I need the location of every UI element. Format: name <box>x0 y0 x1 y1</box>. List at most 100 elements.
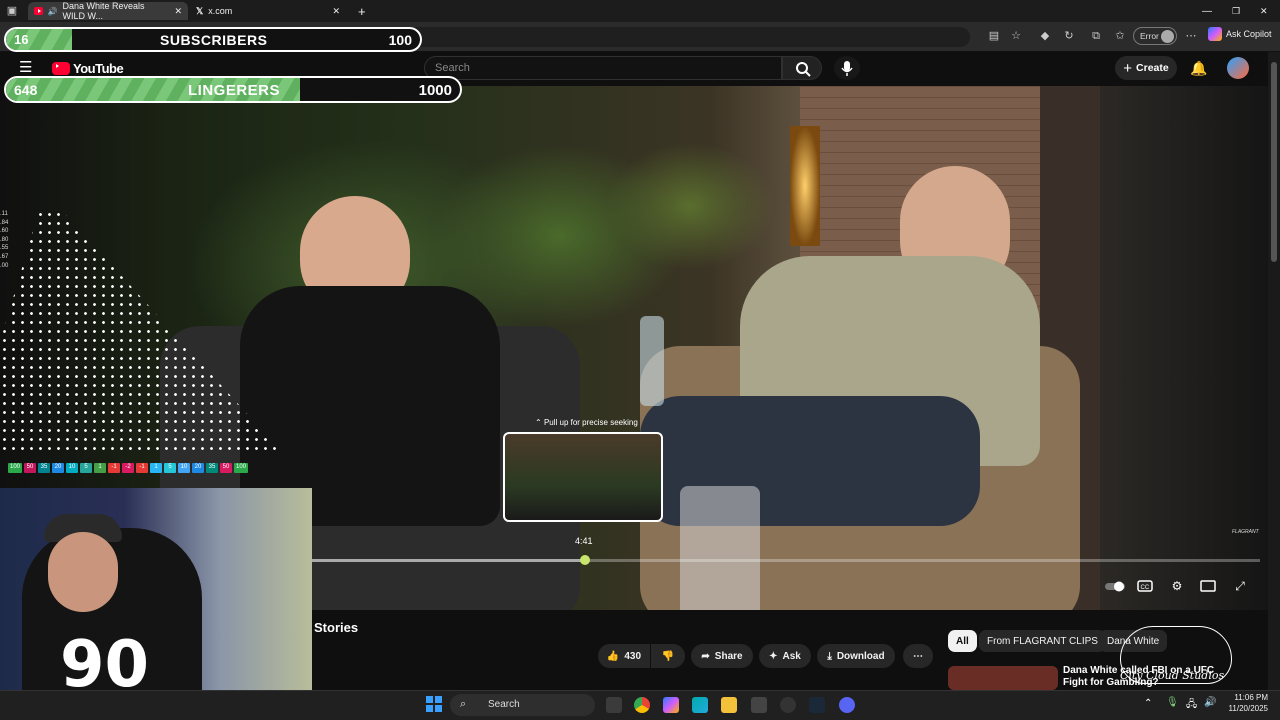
create-label: Create <box>1136 62 1169 74</box>
fullscreen-button[interactable]: ⤢ <box>1232 578 1248 594</box>
maximize-button[interactable]: ❐ <box>1226 2 1246 20</box>
task-view-icon[interactable] <box>606 697 622 713</box>
x-favicon-icon: 𝕏 <box>196 5 204 16</box>
sparkle-icon: ✦ <box>769 650 778 662</box>
microphone-tray-icon[interactable]: 🎙 <box>1166 697 1179 708</box>
close-tab-icon[interactable]: ✕ <box>174 6 182 17</box>
streamer-head <box>48 532 118 612</box>
steam-icon[interactable] <box>809 697 825 713</box>
account-avatar[interactable] <box>1227 57 1249 79</box>
split-screen-icon[interactable]: ▤ <box>988 30 1000 42</box>
profile-error-pill[interactable]: Error <box>1133 27 1177 45</box>
ask-button[interactable]: ✦ Ask <box>759 644 811 668</box>
obs-icon[interactable] <box>751 697 767 713</box>
tab-youtube[interactable]: 🔊 Dana White Reveals WILD W... ✕ <box>28 1 188 21</box>
settings-button[interactable]: ⚙ <box>1169 578 1185 594</box>
legend-value: .00 <box>0 262 9 269</box>
voice-search-button[interactable] <box>834 56 860 80</box>
new-tab-button[interactable]: + <box>352 2 372 20</box>
download-label: Download <box>836 650 885 662</box>
subtitles-button[interactable]: CC <box>1137 578 1153 594</box>
point-chip: -1 <box>108 463 121 473</box>
seek-time: 4:41 <box>575 536 593 546</box>
recommended-thumbnail[interactable] <box>948 666 1058 690</box>
app-icon[interactable] <box>780 697 796 713</box>
point-chip: 5 <box>164 463 177 473</box>
ask-copilot-button[interactable]: Ask Copilot <box>1208 27 1272 41</box>
network-icon[interactable]: 🖧 <box>1186 697 1197 714</box>
chrome-icon[interactable] <box>634 697 650 713</box>
favorites-icon[interactable]: ✩ <box>1114 30 1126 42</box>
minimize-button[interactable]: — <box>1196 2 1218 20</box>
point-chip: 35 <box>206 463 219 473</box>
autoplay-toggle[interactable] <box>1104 578 1126 594</box>
clock-date: 11/20/2025 <box>1228 704 1268 713</box>
search-button[interactable] <box>782 56 822 80</box>
edge-icon[interactable] <box>692 697 708 713</box>
speaker-icon[interactable]: 🔊 <box>48 7 58 16</box>
captions-icon: CC <box>1137 580 1153 592</box>
taskbar-search[interactable]: ⌕ Search <box>450 694 595 716</box>
create-button[interactable]: + Create <box>1115 56 1177 80</box>
video-title: Stories <box>314 620 359 635</box>
file-explorer-icon[interactable] <box>721 697 737 713</box>
collections-icon[interactable]: ⧉ <box>1090 30 1102 42</box>
hamburger-menu-icon[interactable]: ☰ <box>19 60 32 75</box>
notifications-bell-icon[interactable]: 🔔 <box>1190 60 1207 77</box>
thumbs-down-icon: 👎 <box>661 650 675 662</box>
tab-x[interactable]: 𝕏 x.com ✕ <box>190 2 346 20</box>
tab-title: x.com <box>208 6 233 16</box>
volume-icon[interactable]: 🔊 <box>1204 697 1216 708</box>
browser-tab-bar: ▣ 🔊 Dana White Reveals WILD W... ✕ 𝕏 x.c… <box>0 0 1280 22</box>
theater-mode-button[interactable] <box>1200 578 1216 594</box>
water-bottle <box>640 316 664 406</box>
copilot-icon <box>1208 27 1222 41</box>
share-label: Share <box>714 650 743 662</box>
discord-icon[interactable] <box>839 697 855 713</box>
point-chip: 20 <box>192 463 205 473</box>
youtube-favicon-icon <box>34 7 43 15</box>
cloud-logo-text: City Cloud Studios <box>1120 669 1225 682</box>
windows-start-icon[interactable] <box>426 696 442 712</box>
filter-chip-flagrant[interactable]: From FLAGRANT CLIPS <box>979 630 1106 652</box>
gear-icon: ⚙ <box>1171 579 1183 593</box>
youtube-logo[interactable]: YouTube <box>52 61 124 76</box>
extension-icon[interactable]: ◆ <box>1039 30 1051 42</box>
point-chip: -2 <box>122 463 135 473</box>
clock-time: 11:06 PM <box>1234 693 1268 702</box>
more-icon: ⋯ <box>913 650 923 662</box>
legend-value: .80 <box>0 236 9 243</box>
close-window-button[interactable]: ✕ <box>1254 2 1274 20</box>
system-clock[interactable]: 11:06 PM 11/20/2025 <box>1222 692 1268 714</box>
search-icon: ⌕ <box>460 698 467 710</box>
filter-chip-all[interactable]: All <box>948 630 977 652</box>
refresh-extension-icon[interactable]: ↻ <box>1063 30 1075 42</box>
overlay-legend: .11 .84 .60 .80 .55 .67 .00 <box>0 210 8 270</box>
search-input[interactable]: Search <box>424 56 782 80</box>
copilot-app-icon[interactable] <box>663 697 679 713</box>
error-label: Error <box>1140 31 1159 41</box>
more-menu-icon[interactable]: ⋯ <box>1185 30 1197 42</box>
legend-value: .55 <box>0 245 9 252</box>
seek-hint-text: Pull up for precise seeking <box>543 418 638 427</box>
subscribers-title: SUBSCRIBERS <box>160 32 268 48</box>
progress-scrubber[interactable] <box>580 555 590 565</box>
point-chip: 50 <box>24 463 37 473</box>
tray-overflow-icon[interactable]: ⌃ <box>1144 698 1152 709</box>
like-button[interactable]: 👍 430 <box>598 644 650 668</box>
page-scrollbar[interactable] <box>1268 52 1280 690</box>
tab-title: Dana White Reveals WILD W... <box>62 1 145 21</box>
point-chip: 5 <box>80 463 93 473</box>
wall-lamp <box>790 126 820 246</box>
youtube-logo-icon <box>52 62 70 75</box>
dislike-button[interactable]: 👎 <box>651 644 685 668</box>
plus-icon: + <box>1123 59 1133 77</box>
scrollbar-thumb[interactable] <box>1271 62 1277 262</box>
favorite-star-icon[interactable]: ☆ <box>1010 30 1022 42</box>
download-button[interactable]: ⤓ Download <box>817 644 895 668</box>
share-button[interactable]: ➦ Share <box>691 644 753 668</box>
close-tab-icon[interactable]: ✕ <box>332 6 340 17</box>
more-actions-button[interactable]: ⋯ <box>903 644 933 668</box>
point-chip: 1 <box>94 463 107 473</box>
tab-actions-icon[interactable]: ▣ <box>6 5 18 17</box>
